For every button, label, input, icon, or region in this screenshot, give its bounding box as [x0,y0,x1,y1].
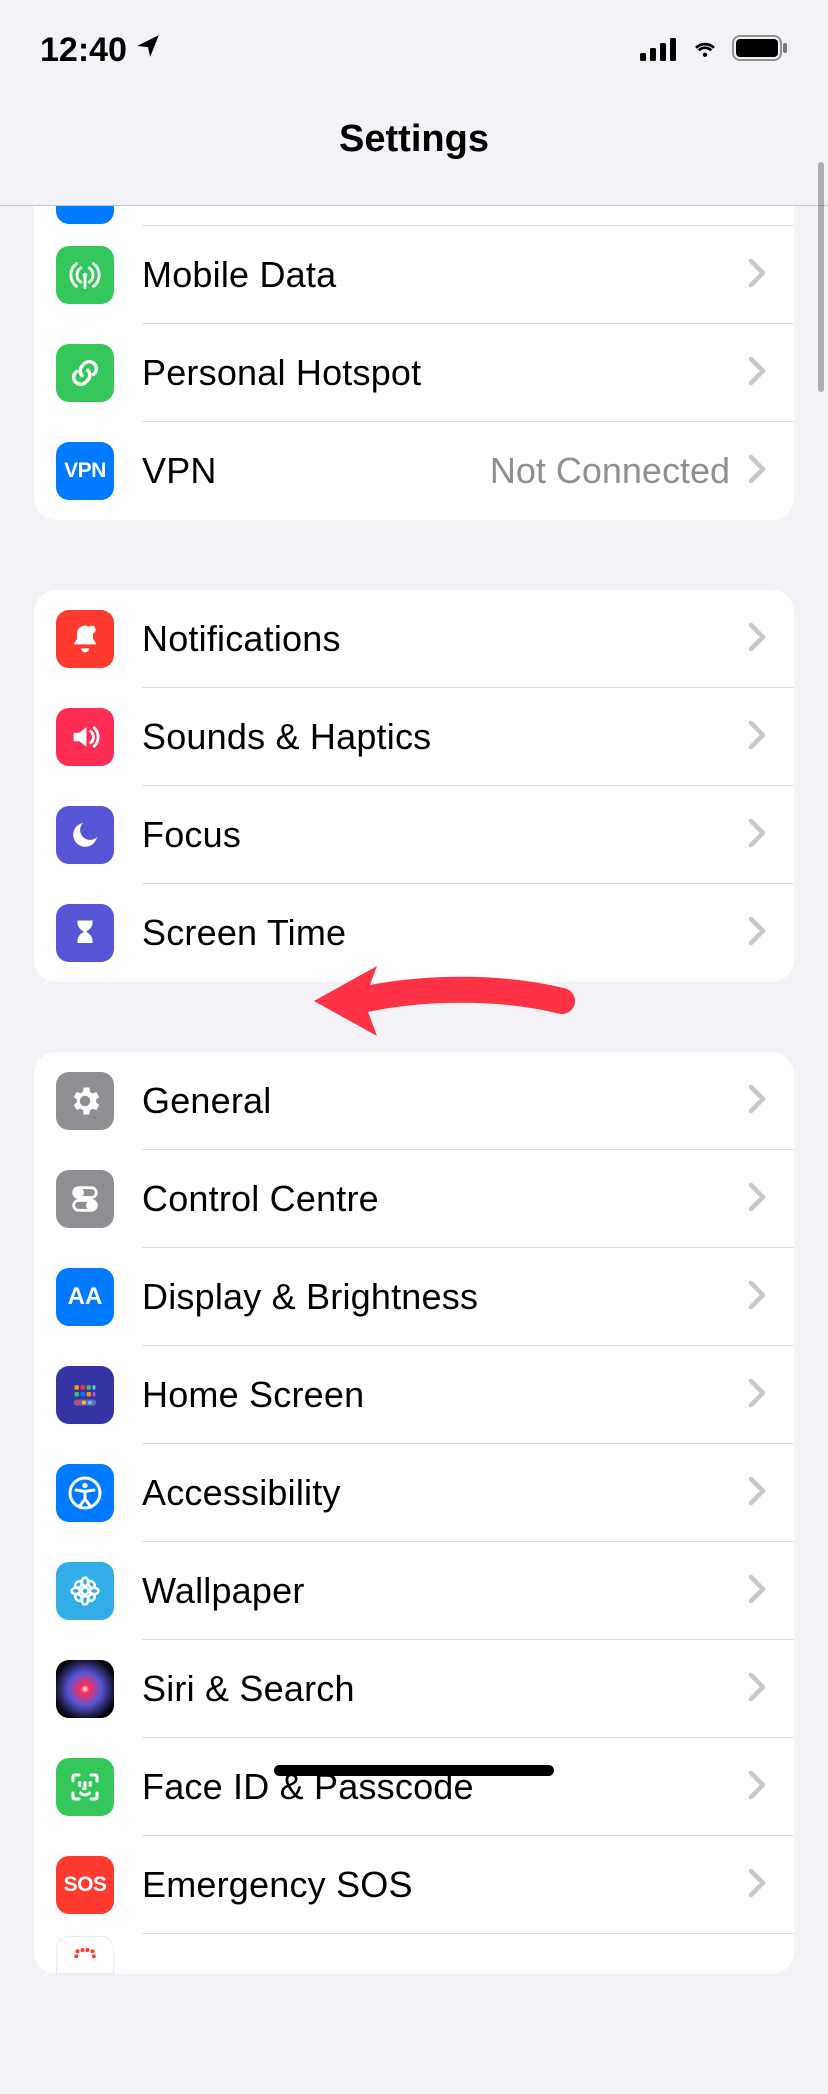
chevron-right-icon [748,1378,766,1413]
row-label: Siri & Search [142,1668,738,1710]
chevron-right-icon [748,720,766,755]
chevron-right-icon [748,818,766,853]
accessibility-icon [56,1464,114,1522]
chevron-right-icon [748,1476,766,1511]
chevron-right-icon [748,916,766,951]
row-label: Focus [142,814,738,856]
status-left: 12:40 [40,31,161,70]
row-label: Mobile Data [142,254,738,296]
page-title: Settings [0,100,828,205]
row-partial-bottom[interactable] [34,1934,794,1974]
status-right [640,31,788,70]
status-bar: 12:40 [0,0,828,100]
row-label: VPN [142,450,490,492]
chevron-right-icon [748,1770,766,1805]
flower-icon [56,1562,114,1620]
row-wallpaper[interactable]: Wallpaper [34,1542,794,1640]
bell-icon [56,610,114,668]
row-screen-time[interactable]: Screen Time [34,884,794,982]
exposure-icon-partial [56,1936,114,1974]
sos-icon: SOS [56,1856,114,1914]
row-label: Display & Brightness [142,1276,738,1318]
link-icon [56,344,114,402]
row-mobile-data[interactable]: Mobile Data [34,226,794,324]
app-grid-icon [56,1366,114,1424]
row-accessibility[interactable]: Accessibility [34,1444,794,1542]
battery-icon [732,31,788,70]
row-personal-hotspot[interactable]: Personal Hotspot [34,324,794,422]
vpn-icon: VPN [56,442,114,500]
row-control-centre[interactable]: Control Centre [34,1150,794,1248]
row-display-brightness[interactable]: AA Display & Brightness [34,1248,794,1346]
chevron-right-icon [748,622,766,657]
row-label: Screen Time [142,912,738,954]
chevron-right-icon [748,1868,766,1903]
row-label: Accessibility [142,1472,738,1514]
row-label: Sounds & Haptics [142,716,738,758]
status-time: 12:40 [40,31,127,70]
scrollbar[interactable] [818,162,824,392]
row-detail: Not Connected [490,450,730,492]
row-label: Personal Hotspot [142,352,738,394]
section-notifications: Notifications Sounds & Haptics Focus Scr… [34,590,794,982]
faceid-icon [56,1758,114,1816]
home-indicator[interactable] [274,1765,554,1776]
chevron-right-icon [748,356,766,391]
text-size-icon: AA [56,1268,114,1326]
switches-icon [56,1170,114,1228]
row-general[interactable]: General [34,1052,794,1150]
row-label: Emergency SOS [142,1864,738,1906]
section-network: Mobile Data Personal Hotspot VPN VPN Not… [34,206,794,520]
siri-icon [56,1660,114,1718]
settings-list[interactable]: Mobile Data Personal Hotspot VPN VPN Not… [0,206,828,2094]
row-label: General [142,1080,738,1122]
row-label: Wallpaper [142,1570,738,1612]
chevron-right-icon [748,258,766,293]
gear-icon [56,1072,114,1130]
row-notifications[interactable]: Notifications [34,590,794,688]
cellular-icon [640,31,678,70]
section-general: General Control Centre AA Display & Brig… [34,1052,794,1974]
row-label: Home Screen [142,1374,738,1416]
row-emergency-sos[interactable]: SOS Emergency SOS [34,1836,794,1934]
antenna-icon [56,246,114,304]
chevron-right-icon [748,1182,766,1217]
wifi-icon-tile-partial [56,206,114,224]
row-vpn[interactable]: VPN VPN Not Connected [34,422,794,520]
moon-icon [56,806,114,864]
location-icon [135,29,161,68]
hourglass-icon [56,904,114,962]
row-partial-top[interactable] [34,206,794,226]
row-faceid-passcode[interactable]: Face ID & Passcode [34,1738,794,1836]
row-label: Control Centre [142,1178,738,1220]
chevron-right-icon [748,1574,766,1609]
chevron-right-icon [748,1280,766,1315]
wifi-icon [688,31,722,70]
speaker-icon [56,708,114,766]
chevron-right-icon [748,1672,766,1707]
row-label: Notifications [142,618,738,660]
chevron-right-icon [748,454,766,489]
row-focus[interactable]: Focus [34,786,794,884]
row-sounds-haptics[interactable]: Sounds & Haptics [34,688,794,786]
chevron-right-icon [748,1084,766,1119]
row-home-screen[interactable]: Home Screen [34,1346,794,1444]
row-siri-search[interactable]: Siri & Search [34,1640,794,1738]
